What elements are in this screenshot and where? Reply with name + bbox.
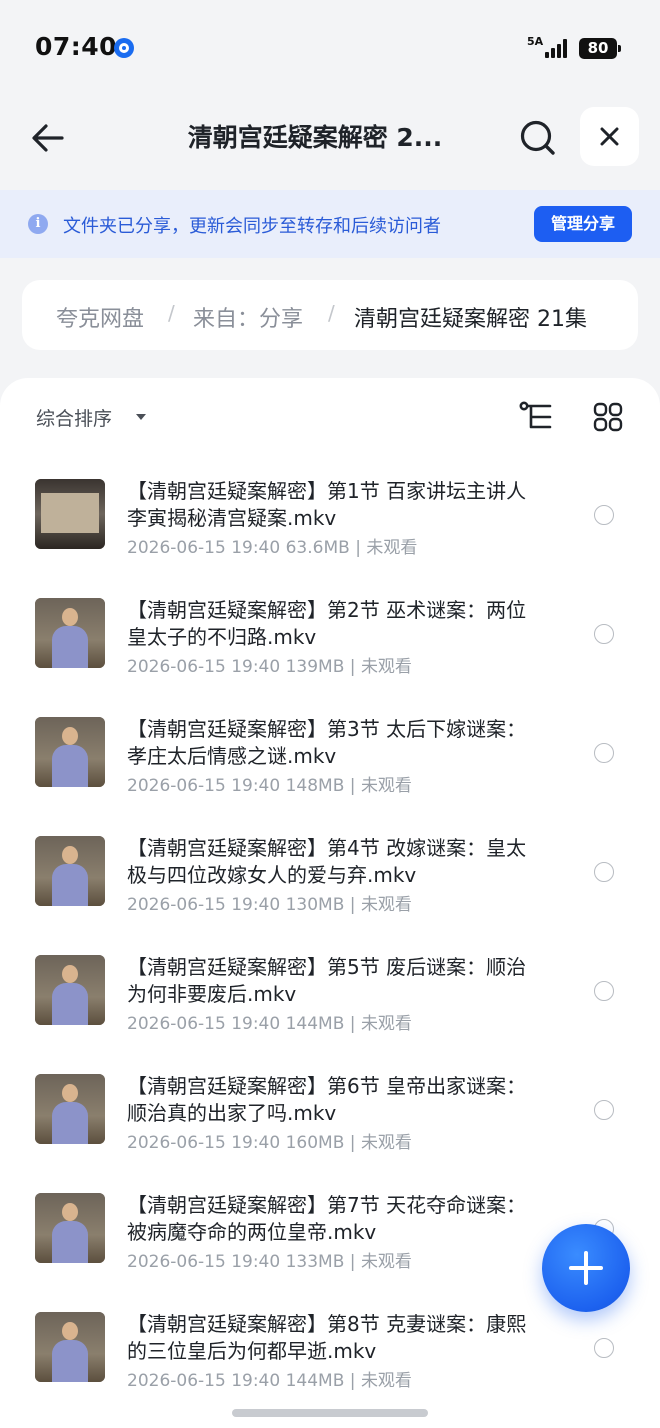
file-name: 【清朝宫廷疑案解密】第2节 巫术谜案：两位皇太子的不归路.mkv	[127, 598, 527, 649]
file-size: 160MB	[285, 1133, 345, 1153]
caret-down-icon[interactable]	[136, 414, 146, 420]
file-row[interactable]: 【清朝宫廷疑案解密】第8节 克妻谜案：康熙的三位皇后为何都早逝.mkv 2026…	[0, 1297, 660, 1416]
select-radio[interactable]	[594, 743, 614, 763]
video-thumbnail	[35, 479, 105, 549]
add-button[interactable]	[542, 1224, 630, 1312]
file-name: 【清朝宫廷疑案解密】第7节 天花夺命谜案：被病魔夺命的两位皇帝.mkv	[127, 1193, 527, 1244]
info-icon: i	[28, 214, 48, 234]
file-size: 148MB	[285, 776, 345, 796]
file-size: 63.6MB	[285, 538, 350, 558]
watch-status: 未观看	[360, 1014, 412, 1034]
select-radio[interactable]	[594, 624, 614, 644]
file-name: 【清朝宫廷疑案解密】第1节 百家讲坛主讲人李寅揭秘清宫疑案.mkv	[127, 479, 527, 530]
video-thumbnail	[35, 1312, 105, 1382]
app-notification-icon	[114, 38, 134, 58]
signal-icon	[545, 38, 571, 58]
file-name: 【清朝宫廷疑案解密】第3节 太后下嫁谜案：孝庄太后情感之谜.mkv	[127, 717, 527, 768]
file-size: 130MB	[285, 895, 345, 915]
file-row[interactable]: 【清朝宫廷疑案解密】第3节 太后下嫁谜案：孝庄太后情感之谜.mkv 2026-0…	[0, 702, 660, 821]
file-date: 2026-06-15 19:40	[127, 776, 281, 796]
search-icon	[520, 120, 555, 155]
file-date: 2026-06-15 19:40	[127, 1014, 281, 1034]
video-thumbnail	[35, 717, 105, 787]
watch-status: 未观看	[360, 657, 412, 677]
file-row[interactable]: 【清朝宫廷疑案解密】第6节 皇帝出家谜案：顺治真的出家了吗.mkv 2026-0…	[0, 1059, 660, 1178]
breadcrumb-current: 清朝宫廷疑案解密 21集	[354, 307, 587, 332]
file-meta: 2026-06-15 19:40 130MB | 未观看	[127, 895, 412, 915]
nav-bar: 清朝宫廷疑案解密 2...	[0, 96, 660, 180]
file-date: 2026-06-15 19:40	[127, 538, 281, 558]
battery-indicator: 80	[579, 38, 621, 59]
file-meta: 2026-06-15 19:40 144MB | 未观看	[127, 1014, 412, 1034]
video-thumbnail	[35, 598, 105, 668]
file-row[interactable]: 【清朝宫廷疑案解密】第5节 废后谜案：顺治为何非要废后.mkv 2026-06-…	[0, 940, 660, 1059]
home-indicator[interactable]	[232, 1409, 428, 1417]
file-meta: 2026-06-15 19:40 139MB | 未观看	[127, 657, 412, 677]
breadcrumb-from-share[interactable]: 来自：分享	[193, 301, 303, 333]
file-name: 【清朝宫廷疑案解密】第6节 皇帝出家谜案：顺治真的出家了吗.mkv	[127, 1074, 527, 1125]
file-name: 【清朝宫廷疑案解密】第8节 克妻谜案：康熙的三位皇后为何都早逝.mkv	[127, 1312, 527, 1363]
manage-share-button[interactable]: 管理分享	[534, 206, 632, 242]
breadcrumb-root[interactable]: 夸克网盘	[56, 301, 144, 333]
video-thumbnail	[35, 955, 105, 1025]
breadcrumb-separator: /	[168, 301, 175, 325]
breadcrumb: 夸克网盘 / 来自：分享 / 清朝宫廷疑案解密 21集	[22, 280, 638, 350]
select-radio[interactable]	[594, 1100, 614, 1120]
select-radio[interactable]	[594, 981, 614, 1001]
directory-tree-button[interactable]	[519, 401, 555, 433]
watch-status: 未观看	[360, 776, 412, 796]
file-size: 144MB	[285, 1014, 345, 1034]
file-meta: 2026-06-15 19:40 148MB | 未观看	[127, 776, 412, 796]
network-type: 5A	[527, 35, 544, 48]
file-name: 【清朝宫廷疑案解密】第5节 废后谜案：顺治为何非要废后.mkv	[127, 955, 527, 1006]
directory-tree-icon	[519, 401, 552, 429]
file-date: 2026-06-15 19:40	[127, 1371, 281, 1391]
watch-status: 未观看	[360, 895, 412, 915]
back-button[interactable]	[26, 116, 70, 160]
close-button[interactable]	[580, 107, 639, 166]
status-time: 07:40	[35, 32, 118, 61]
file-row[interactable]: 【清朝宫廷疑案解密】第4节 改嫁谜案：皇太极与四位改嫁女人的爱与弃.mkv 20…	[0, 821, 660, 940]
grid-view-icon	[593, 402, 623, 432]
file-size: 133MB	[285, 1252, 345, 1272]
page-title: 清朝宫廷疑案解密 2...	[187, 123, 443, 152]
file-name: 【清朝宫廷疑案解密】第4节 改嫁谜案：皇太极与四位改嫁女人的爱与弃.mkv	[127, 836, 527, 887]
watch-status: 未观看	[366, 538, 418, 558]
file-date: 2026-06-15 19:40	[127, 895, 281, 915]
arrow-left-icon	[32, 124, 64, 152]
select-radio[interactable]	[594, 1338, 614, 1358]
file-size: 139MB	[285, 657, 345, 677]
sort-dropdown[interactable]: 综合排序	[36, 404, 112, 431]
file-meta: 2026-06-15 19:40 160MB | 未观看	[127, 1133, 412, 1153]
file-meta: 2026-06-15 19:40 144MB | 未观看	[127, 1371, 412, 1391]
video-thumbnail	[35, 1193, 105, 1263]
file-size: 144MB	[285, 1371, 345, 1391]
watch-status: 未观看	[360, 1252, 412, 1272]
file-meta: 2026-06-15 19:40 133MB | 未观看	[127, 1252, 412, 1272]
share-notice-text: 文件夹已分享，更新会同步至转存和后续访问者	[63, 216, 441, 237]
search-button[interactable]	[516, 116, 560, 160]
file-meta: 2026-06-15 19:40 63.6MB | 未观看	[127, 538, 418, 558]
video-thumbnail	[35, 836, 105, 906]
grid-view-button[interactable]	[593, 402, 623, 432]
video-thumbnail	[35, 1074, 105, 1144]
close-icon	[600, 127, 619, 146]
watch-status: 未观看	[360, 1371, 412, 1391]
file-date: 2026-06-15 19:40	[127, 657, 281, 677]
status-bar: 07:40 5A 80	[0, 0, 660, 96]
select-radio[interactable]	[594, 505, 614, 525]
share-notice-banner: i 文件夹已分享，更新会同步至转存和后续访问者 管理分享	[0, 190, 660, 258]
breadcrumb-separator: /	[328, 301, 335, 325]
watch-status: 未观看	[360, 1133, 412, 1153]
select-radio[interactable]	[594, 862, 614, 882]
file-row[interactable]: 【清朝宫廷疑案解密】第2节 巫术谜案：两位皇太子的不归路.mkv 2026-06…	[0, 583, 660, 702]
file-row[interactable]: 【清朝宫廷疑案解密】第1节 百家讲坛主讲人李寅揭秘清宫疑案.mkv 2026-0…	[0, 464, 660, 583]
file-date: 2026-06-15 19:40	[127, 1133, 281, 1153]
file-date: 2026-06-15 19:40	[127, 1252, 281, 1272]
